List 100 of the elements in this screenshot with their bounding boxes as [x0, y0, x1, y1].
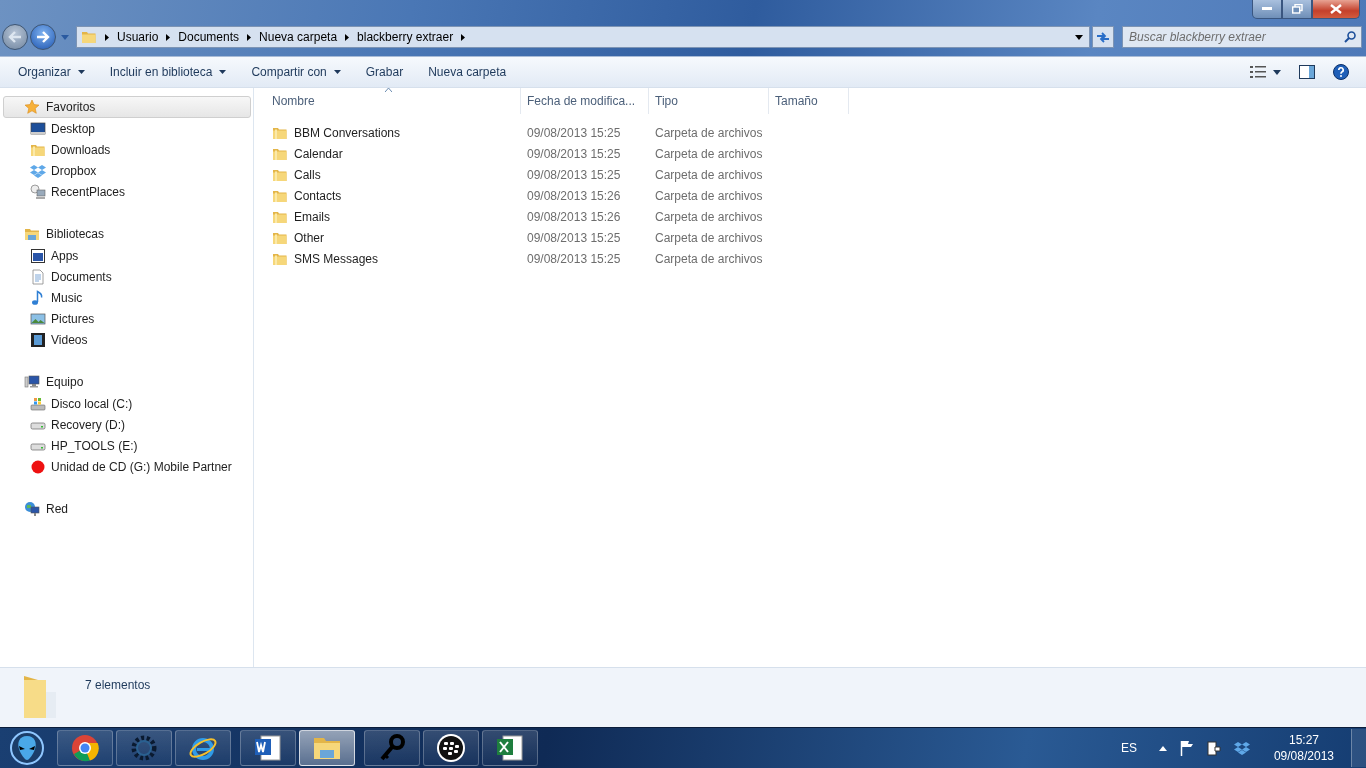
navigation-group-label: Bibliotecas	[46, 227, 105, 241]
flag-icon[interactable]	[1179, 740, 1194, 756]
navigation-item[interactable]: Apps	[0, 245, 253, 266]
navigation-item[interactable]: Music	[0, 287, 253, 308]
breadcrumb-arrow-icon[interactable]	[345, 33, 350, 41]
breadcrumb-item[interactable]: blackberry extraer	[357, 30, 454, 44]
taskbar-button[interactable]	[240, 730, 296, 766]
column-header[interactable]: Fecha de modifica...	[521, 88, 649, 114]
breadcrumb-item[interactable]: Documents	[178, 30, 240, 44]
file-name[interactable]: Calendar	[294, 146, 343, 161]
navigation-item-label: Recovery (D:)	[51, 417, 125, 432]
desktop-icon	[30, 120, 46, 137]
blackberry-logo-icon	[436, 733, 466, 763]
close-button[interactable]	[1312, 0, 1360, 19]
help-icon	[1333, 64, 1349, 80]
navigation-item[interactable]: Desktop	[0, 118, 253, 139]
navigation-group[interactable]: Bibliotecas	[3, 223, 251, 245]
file-type: Carpeta de archivos	[655, 209, 763, 224]
file-type: Carpeta de archivos	[655, 167, 763, 182]
taskbar-button[interactable]	[423, 730, 479, 766]
date-modified: 09/08/2013 15:25	[527, 251, 621, 266]
search-field[interactable]: Buscar blackberry extraer	[1122, 26, 1362, 48]
navigation-group[interactable]: Red	[3, 498, 251, 520]
file-name[interactable]: BBM Conversations	[294, 125, 401, 140]
navigation-item[interactable]: Unidad de CD (G:) Mobile Partner	[0, 456, 253, 477]
file-name[interactable]: SMS Messages	[294, 251, 379, 266]
navigation-group[interactable]: Favoritos	[3, 96, 251, 118]
picture-icon	[30, 310, 46, 327]
address-bar[interactable]: Usuario Documents Nueva carpeta blackberry extraer	[76, 26, 1090, 48]
word-document-icon	[253, 733, 283, 763]
dropdown-caret-icon	[333, 70, 341, 74]
refresh-button[interactable]	[1092, 26, 1114, 48]
navigation-item[interactable]: Documents	[0, 266, 253, 287]
breadcrumb-item[interactable]: Usuario	[117, 30, 159, 44]
back-arrow-icon	[8, 31, 22, 43]
navigation-item[interactable]: Videos	[0, 329, 253, 350]
file-name[interactable]: Calls	[294, 167, 321, 182]
toolbar-button[interactable]: Nueva carpeta	[418, 61, 517, 83]
breadcrumb-arrow-icon[interactable]	[166, 33, 171, 41]
file-name[interactable]: Emails	[294, 209, 330, 224]
navigation-item[interactable]: Pictures	[0, 308, 253, 329]
file-type: Carpeta de archivos	[655, 230, 763, 245]
taskbar-button[interactable]	[482, 730, 538, 766]
navigation-item-label: Disco local (C:)	[51, 396, 133, 411]
file-name[interactable]: Contacts	[294, 188, 342, 203]
file-type: Carpeta de archivos	[655, 146, 763, 161]
date-modified: 09/08/2013 15:26	[527, 209, 621, 224]
computer-icon	[24, 374, 40, 390]
film-icon	[30, 331, 46, 348]
breadcrumb-item[interactable]: Nueva carpeta	[259, 30, 338, 44]
star-icon	[24, 99, 40, 115]
navigation-item[interactable]: Disco local (C:)	[0, 393, 253, 414]
navigation-item-label: Downloads	[51, 142, 111, 157]
minimize-icon	[1262, 7, 1272, 11]
toolbar-button[interactable]: Organizar	[8, 61, 95, 83]
column-header[interactable]: Tamaño	[769, 88, 849, 114]
date-modified: 09/08/2013 15:25	[527, 146, 621, 161]
close-icon	[1330, 4, 1342, 14]
navigation-item[interactable]: Dropbox	[0, 160, 253, 181]
toolbar-button[interactable]: Grabar	[355, 61, 414, 83]
navigation-group[interactable]: Equipo	[3, 371, 251, 393]
navigation-item[interactable]: Recovery (D:)	[0, 414, 253, 435]
column-header[interactable]: Tipo	[649, 88, 769, 114]
breadcrumb-arrow-icon[interactable]	[461, 33, 466, 41]
minimize-button[interactable]	[1252, 0, 1282, 19]
taskbar-button[interactable]	[175, 730, 231, 766]
navigation-group-label: Red	[46, 502, 68, 516]
navigation-item[interactable]: HP_TOOLS (E:)	[0, 435, 253, 456]
dropbox-icon	[30, 162, 46, 179]
toolbar-button[interactable]: Compartir con	[241, 61, 351, 83]
library-folder-icon	[24, 226, 40, 242]
document-icon	[30, 268, 46, 285]
column-header[interactable]: Nombre	[266, 88, 521, 114]
toolbar-button[interactable]: Incluir en biblioteca	[99, 61, 237, 83]
navigation-item[interactable]: Downloads	[0, 139, 253, 160]
forward-button[interactable]	[30, 24, 56, 50]
taskbar-button[interactable]	[57, 730, 113, 766]
dropbox-icon[interactable]	[1233, 741, 1250, 755]
power-plug-icon[interactable]	[1206, 740, 1221, 756]
restore-button[interactable]	[1282, 0, 1312, 19]
date-modified: 09/08/2013 15:26	[527, 188, 621, 203]
language-indicator[interactable]: ES	[1120, 741, 1137, 755]
navigation-item-label: Videos	[51, 332, 88, 347]
chrome-icon	[70, 733, 100, 763]
preview-pane-icon	[1299, 65, 1315, 79]
breadcrumb-arrow-icon[interactable]	[105, 33, 109, 41]
excel-spreadsheet-icon	[495, 733, 525, 763]
clock[interactable]: 15:27 09/08/2013	[1273, 732, 1334, 764]
dropdown-caret-icon[interactable]	[1075, 34, 1083, 40]
navigation-item-label: Apps	[51, 248, 79, 263]
back-button[interactable]	[2, 24, 28, 50]
dropdown-caret-icon	[219, 70, 227, 74]
date-modified: 09/08/2013 15:25	[527, 125, 621, 140]
clock-time: 15:27	[1288, 732, 1319, 748]
breadcrumb-arrow-icon[interactable]	[247, 33, 252, 41]
navigation-item[interactable]: RecentPlaces	[0, 181, 253, 202]
file-name[interactable]: Other	[294, 230, 324, 245]
refresh-arrows-icon	[1096, 30, 1110, 44]
date-modified: 09/08/2013 15:25	[527, 167, 621, 182]
show-hidden-icons-icon[interactable]	[1158, 745, 1167, 751]
